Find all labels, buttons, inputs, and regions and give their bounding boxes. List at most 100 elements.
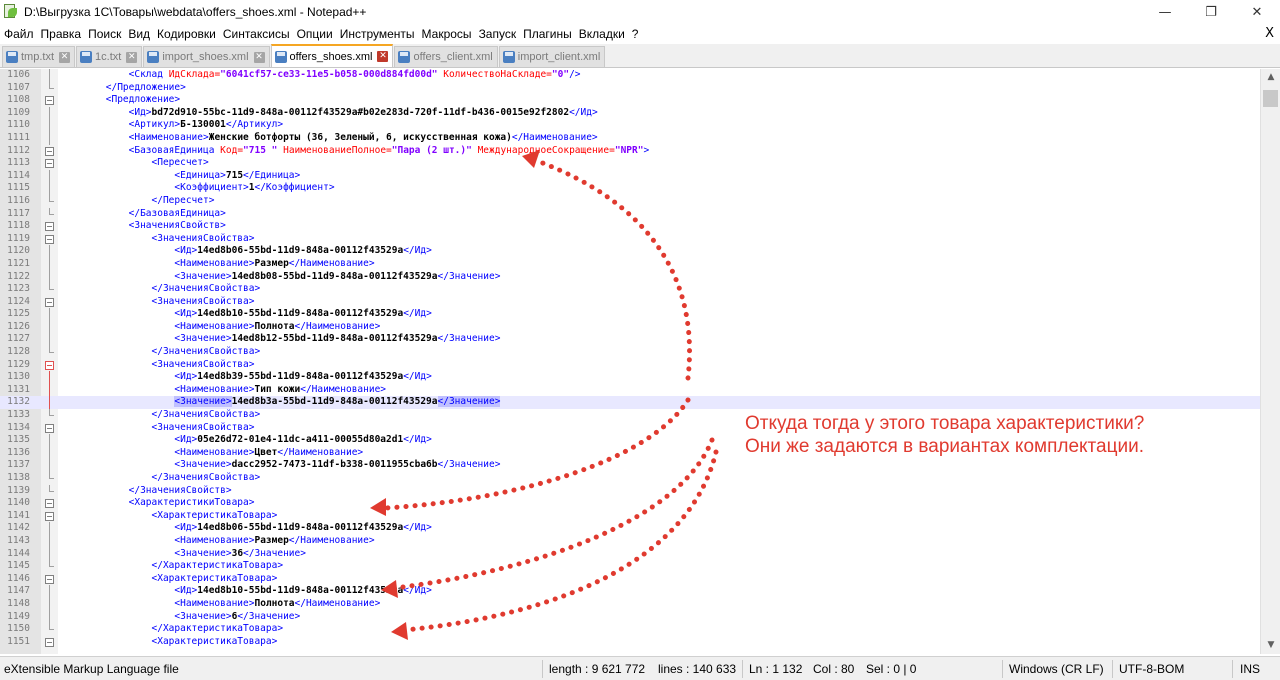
status-insert-mode[interactable]: INS (1240, 657, 1260, 680)
fold-toggle-icon[interactable] (45, 574, 54, 584)
code-line[interactable]: 1121 <Наименование>Размер</Наименование> (0, 257, 1260, 271)
code-line[interactable]: 1107 </Предложение> (0, 81, 1260, 95)
status-length: length : 9 621 772 (549, 662, 646, 676)
menu-window[interactable]: Вкладки (575, 27, 628, 41)
maximize-button[interactable]: ❐ (1188, 0, 1234, 24)
code-line[interactable]: 1139 </ЗначенияСвойств> (0, 484, 1260, 498)
menu-search[interactable]: Поиск (84, 27, 124, 41)
code-line[interactable]: 1115 <Коэффициент>1</Коэффициент> (0, 182, 1260, 195)
code-line[interactable]: 1149 <Значение>6</Значение> (0, 610, 1260, 624)
code-line[interactable]: 1141 <ХарактеристикаТовара> (0, 510, 1260, 523)
code-line[interactable]: 1144 <Значение>36</Значение> (0, 547, 1260, 561)
scroll-down-icon[interactable]: ▼ (1261, 637, 1280, 654)
fold-toggle-icon[interactable] (45, 637, 54, 647)
code-line[interactable]: 1131 <Наименование>Тип кожи</Наименовани… (0, 383, 1260, 397)
code-line[interactable]: 1108 <Предложение> (0, 94, 1260, 107)
fold-end-marker (49, 346, 54, 354)
menu-help[interactable]: ? (628, 27, 642, 41)
tab-1c-txt[interactable]: 1c.txt ✕ (76, 46, 143, 67)
tab-offers-shoes[interactable]: offers_shoes.xml ✕ (270, 44, 394, 67)
menu-run[interactable]: Запуск (475, 27, 520, 41)
tab-tmp-txt[interactable]: tmp.txt ✕ (2, 46, 76, 67)
fold-toggle-icon[interactable] (45, 159, 54, 169)
code-line[interactable]: 1146 <ХарактеристикаТовара> (0, 573, 1260, 586)
code-line[interactable]: 1129 <ЗначенияСвойства> (0, 359, 1260, 372)
code-line[interactable]: 1114 <Единица>715</Единица> (0, 169, 1260, 183)
code-line[interactable]: 1118 <ЗначенияСвойств> (0, 220, 1260, 233)
code-line[interactable]: 1130 <Ид>14ed8b39-55bd-11d9-848a-00112f4… (0, 371, 1260, 384)
code-line[interactable]: 1132 <Значение>14ed8b3a-55bd-11d9-848a-0… (0, 396, 1260, 410)
menu-tools[interactable]: Инструменты (336, 27, 418, 41)
fold-toggle-icon[interactable] (45, 423, 54, 433)
code-line[interactable]: 1120 <Ид>14ed8b06-55bd-11d9-848a-00112f4… (0, 245, 1260, 258)
menu-file[interactable]: Файл (0, 27, 37, 41)
code-line[interactable]: 1127 <Значение>14ed8b12-55bd-11d9-848a-0… (0, 333, 1260, 347)
fold-toggle-icon[interactable] (45, 222, 54, 232)
fold-toggle-icon[interactable] (45, 234, 54, 244)
code-line[interactable]: 1142 <Ид>14ed8b06-55bd-11d9-848a-00112f4… (0, 522, 1260, 535)
code-line[interactable]: 1151 <ХарактеристикаТовара> (0, 636, 1260, 649)
code-line[interactable]: 1145 </ХарактеристикаТовара> (0, 560, 1260, 573)
code-line[interactable]: 1112 <БазоваяЕдиница Код="715 " Наименов… (0, 145, 1260, 158)
fold-toggle-icon[interactable] (45, 360, 54, 370)
scroll-thumb[interactable] (1263, 90, 1278, 107)
line-number: 1124 (7, 295, 30, 307)
code-line[interactable]: 1111 <Наименование>Женские ботфорты (36,… (0, 131, 1260, 145)
code-line[interactable]: 1122 <Значение>14ed8b08-55bd-11d9-848a-0… (0, 270, 1260, 284)
code-line[interactable]: 1116 </Пересчет> (0, 194, 1260, 208)
fold-toggle-icon[interactable] (45, 96, 54, 106)
tab-close-icon[interactable]: ✕ (126, 51, 138, 63)
tab-import-client[interactable]: import_client.xml (498, 46, 606, 67)
code-line[interactable]: 1109 <Ид>bd72d910-55bc-11d9-848a-00112f4… (0, 106, 1260, 120)
code-line[interactable]: 1138 </ЗначенияСвойства> (0, 472, 1260, 485)
close-document-button[interactable]: X (1265, 24, 1274, 43)
code-line[interactable]: 1137 <Значение>dacc2952-7473-11df-b338-0… (0, 459, 1260, 472)
code-line[interactable]: 1148 <Наименование>Полнота</Наименование… (0, 597, 1260, 611)
scroll-up-icon[interactable]: ▲ (1261, 69, 1280, 86)
menu-plugins[interactable]: Плагины (519, 27, 575, 41)
code-line[interactable]: 1128 </ЗначенияСвойства> (0, 346, 1260, 359)
minimize-button[interactable]: — (1142, 0, 1188, 24)
fold-toggle-icon[interactable] (45, 499, 54, 509)
xml-tag: <Значение> (174, 333, 232, 345)
fold-toggle-icon[interactable] (45, 146, 54, 156)
code-line[interactable]: 1106 <Склад ИдСклада="6041cf57-ce33-11e5… (0, 69, 1260, 82)
menu-view[interactable]: Вид (124, 27, 153, 41)
vertical-scrollbar[interactable]: ▲ ▼ (1260, 69, 1280, 654)
menu-language[interactable]: Синтаксисы (219, 27, 293, 41)
code-editor[interactable]: 1106 <Склад ИдСклада="6041cf57-ce33-11e5… (0, 69, 1280, 654)
tab-close-icon[interactable]: ✕ (253, 51, 265, 63)
status-encoding[interactable]: UTF-8-BOM (1119, 657, 1184, 680)
status-eol-format[interactable]: Windows (CR LF) (1009, 657, 1104, 680)
menu-encoding[interactable]: Кодировки (153, 27, 219, 41)
code-line[interactable]: 1140 <ХарактеристикиТовара> (0, 497, 1260, 510)
code-line[interactable]: 1126 <Наименование>Полнота</Наименование… (0, 320, 1260, 334)
tab-close-icon[interactable]: ✕ (59, 51, 71, 63)
code-line[interactable]: 1150 </ХарактеристикаТовара> (0, 623, 1260, 636)
code-line[interactable]: 1124 <ЗначенияСвойства> (0, 296, 1260, 309)
code-line[interactable]: 1119 <ЗначенияСвойства> (0, 233, 1260, 246)
fold-toggle-icon[interactable] (45, 297, 54, 307)
code-line[interactable]: 1147 <Ид>14ed8b10-55bd-11d9-848a-00112f4… (0, 585, 1260, 598)
code-line[interactable]: 1123 </ЗначенияСвойства> (0, 283, 1260, 296)
menu-macro[interactable]: Макросы (418, 27, 475, 41)
code-line[interactable]: 1110 <Артикул>Б-130001</Артикул> (0, 119, 1260, 132)
menu-settings[interactable]: Опции (293, 27, 336, 41)
code-line[interactable]: 1143 <Наименование>Размер</Наименование> (0, 534, 1260, 548)
line-number: 1132 (7, 396, 30, 408)
close-button[interactable]: ✕ (1234, 0, 1280, 24)
tab-offers-client[interactable]: offers_client.xml (394, 46, 498, 67)
code-line[interactable]: 1117 </БазоваяЕдиница> (0, 207, 1260, 221)
menu-edit[interactable]: Правка (37, 27, 85, 41)
code-line[interactable]: 1113 <Пересчет> (0, 157, 1260, 170)
tab-import-shoes[interactable]: import_shoes.xml ✕ (143, 46, 270, 67)
code-line[interactable]: 1125 <Ид>14ed8b10-55bd-11d9-848a-00112f4… (0, 308, 1260, 321)
code-text: </ЗначенияСвойства> (60, 283, 261, 296)
fold-toggle-icon[interactable] (45, 511, 54, 521)
tab-close-icon[interactable]: ✕ (377, 51, 389, 62)
